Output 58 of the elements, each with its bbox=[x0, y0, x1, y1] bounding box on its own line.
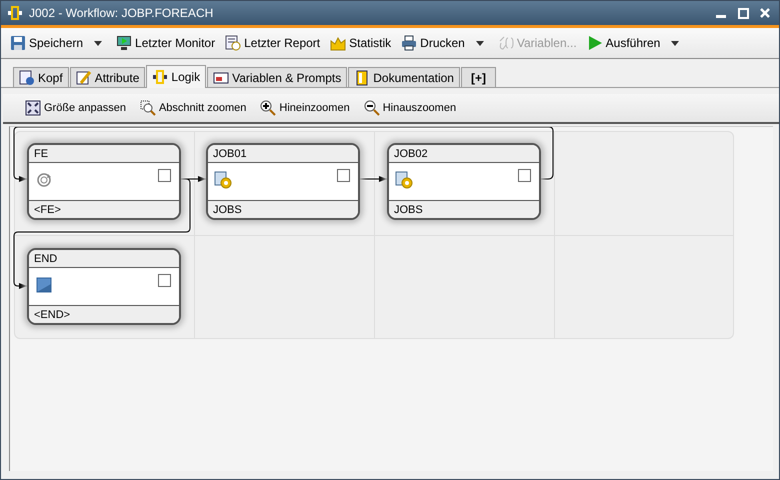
tab[interactable]: Kopf bbox=[13, 67, 69, 87]
save-icon bbox=[10, 35, 26, 51]
toolbar-button[interactable]: Hineinzoomen bbox=[260, 100, 350, 116]
book-icon bbox=[354, 70, 370, 86]
variables-icon bbox=[213, 70, 230, 86]
workflow-node[interactable]: JOB02 JOBS bbox=[387, 143, 541, 220]
node-menu-button[interactable] bbox=[518, 169, 531, 182]
tab[interactable]: Variablen & Prompts bbox=[207, 67, 348, 87]
print-button[interactable]: Drucken bbox=[398, 33, 491, 53]
monitor-icon bbox=[116, 35, 132, 51]
node-menu-button[interactable] bbox=[158, 274, 171, 287]
node-title: END bbox=[29, 250, 179, 268]
loop-icon bbox=[35, 171, 53, 189]
node-footer: JOBS bbox=[208, 200, 358, 218]
printer-icon bbox=[401, 35, 418, 51]
toolbar-button[interactable]: Abschnitt zoomen bbox=[140, 100, 246, 116]
close-button[interactable] bbox=[760, 8, 770, 18]
toolbar-button[interactable]: Statistik bbox=[327, 33, 394, 53]
workflow-node[interactable]: END <END> bbox=[27, 248, 181, 325]
node-footer: <FE> bbox=[29, 200, 179, 218]
tab[interactable]: Dokumentation bbox=[348, 67, 460, 87]
zoom-selection-icon bbox=[140, 100, 156, 116]
tab[interactable]: Logik bbox=[146, 65, 206, 88]
report-clock-icon bbox=[225, 35, 242, 51]
toolbar-button[interactable]: Letzter Monitor bbox=[113, 33, 218, 53]
toolbar-button[interactable]: Größe anpassen bbox=[25, 100, 126, 116]
workflow-icon bbox=[152, 69, 168, 85]
workflow-icon bbox=[7, 6, 23, 20]
info-icon bbox=[19, 70, 35, 86]
node-footer: JOBS bbox=[389, 200, 539, 218]
node-title: FE bbox=[29, 145, 179, 163]
run-button[interactable]: Ausführen bbox=[584, 33, 686, 53]
end-icon bbox=[35, 276, 53, 294]
node-menu-button[interactable] bbox=[158, 169, 171, 182]
node-title: JOB02 bbox=[389, 145, 539, 163]
job-gear-icon bbox=[214, 171, 232, 189]
workflow-node[interactable]: FE <FE> bbox=[27, 143, 181, 220]
fit-icon bbox=[25, 100, 41, 116]
node-title: JOB01 bbox=[208, 145, 358, 163]
caret-icon[interactable] bbox=[671, 40, 680, 46]
job-gear-icon bbox=[395, 171, 413, 189]
zoom-in-icon bbox=[260, 100, 276, 116]
tab[interactable]: [+] bbox=[460, 67, 496, 87]
variables-icon bbox=[498, 35, 514, 51]
node-menu-button[interactable] bbox=[337, 169, 350, 182]
node-footer: <END> bbox=[29, 305, 179, 323]
toolbar-button[interactable]: Letzter Report bbox=[222, 33, 324, 53]
toolbar-button[interactable]: Hinauszoomen bbox=[364, 100, 456, 116]
workflow-node[interactable]: JOB01 JOBS bbox=[206, 143, 360, 220]
caret-icon[interactable] bbox=[476, 40, 484, 46]
caret-icon[interactable] bbox=[94, 40, 102, 46]
window-title: J002 - Workflow: JOBP.FOREACH bbox=[29, 6, 214, 20]
zoom-out-icon bbox=[364, 100, 380, 116]
maximize-button[interactable] bbox=[738, 8, 748, 18]
play-icon bbox=[586, 35, 603, 51]
pencil-icon bbox=[76, 70, 92, 86]
tab[interactable]: Attribute bbox=[70, 67, 146, 87]
save-button[interactable]: Speichern bbox=[7, 33, 110, 53]
